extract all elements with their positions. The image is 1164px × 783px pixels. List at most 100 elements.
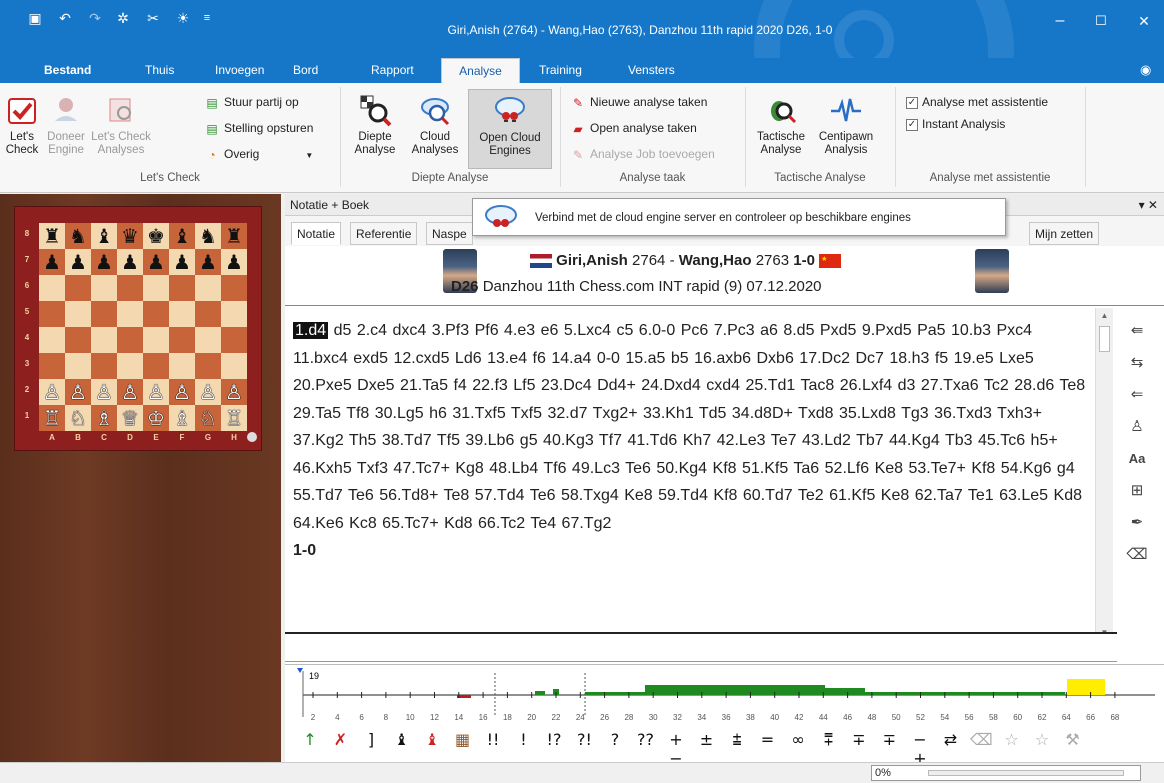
board-square[interactable] xyxy=(169,301,195,327)
tree-icon[interactable]: ⊞ xyxy=(1123,476,1151,504)
annotation-symbol-button[interactable]: ↑ xyxy=(299,730,321,749)
chess-piece[interactable]: ♔ xyxy=(147,406,165,430)
board-square[interactable] xyxy=(39,275,65,301)
chess-piece[interactable]: ♙ xyxy=(69,380,87,404)
tab-bord[interactable]: Bord xyxy=(289,58,322,83)
board-square[interactable] xyxy=(195,275,221,301)
maximize-button[interactable]: ☐ xyxy=(1081,8,1121,34)
chess-piece[interactable]: ♟ xyxy=(225,250,243,274)
chess-piece[interactable]: ♙ xyxy=(43,380,61,404)
board-square[interactable]: ♙ xyxy=(143,379,169,405)
annotation-symbol-button[interactable]: ⚒ xyxy=(1062,730,1084,749)
tab-bestand[interactable]: Bestand xyxy=(40,58,95,83)
annotation-symbol-button[interactable]: ∓ xyxy=(848,730,870,749)
chess-piece[interactable]: ♖ xyxy=(225,406,243,430)
board-square[interactable]: ♟ xyxy=(221,249,247,275)
chess-piece[interactable]: ♙ xyxy=(95,380,113,404)
board-square[interactable] xyxy=(91,353,117,379)
board-square[interactable] xyxy=(117,301,143,327)
board-square[interactable] xyxy=(221,301,247,327)
annotation-symbol-button[interactable]: !! xyxy=(482,730,504,749)
chess-piece[interactable]: ♟ xyxy=(69,250,87,274)
board-square[interactable] xyxy=(143,353,169,379)
chess-piece[interactable]: ♛ xyxy=(121,224,139,248)
annotation-symbol-button[interactable]: ! xyxy=(513,730,535,749)
chess-piece[interactable]: ♙ xyxy=(225,380,243,404)
annotation-symbol-button[interactable]: ⌫ xyxy=(970,730,993,749)
board-square[interactable]: ♖ xyxy=(39,405,65,431)
tab-rapport[interactable]: Rapport xyxy=(367,58,418,83)
cut-icon[interactable]: ✂ xyxy=(142,7,164,29)
tab-mijn-zetten[interactable]: Mijn zetten xyxy=(1029,222,1100,245)
annotation-symbol-button[interactable]: ∓ xyxy=(879,730,901,749)
font-size-icon[interactable]: Aa xyxy=(1123,444,1151,472)
chess-piece[interactable]: ♟ xyxy=(121,250,139,274)
chess-piece[interactable]: ♙ xyxy=(147,380,165,404)
board-square[interactable]: ♙ xyxy=(117,379,143,405)
board-square[interactable] xyxy=(195,301,221,327)
chess-piece[interactable]: ♞ xyxy=(69,224,87,248)
tab-vensters[interactable]: Vensters xyxy=(624,58,679,83)
chess-piece[interactable]: ♝ xyxy=(173,224,191,248)
board-square[interactable] xyxy=(117,327,143,353)
open-cloud-engines-button[interactable]: Open Cloud Engines xyxy=(468,89,552,169)
board-square[interactable] xyxy=(65,353,91,379)
board-square[interactable] xyxy=(65,301,91,327)
redo-icon[interactable]: ↷ xyxy=(84,7,106,29)
board-square[interactable]: ♙ xyxy=(65,379,91,405)
chess-piece[interactable]: ♟ xyxy=(173,250,191,274)
board-square[interactable]: ♝ xyxy=(169,223,195,249)
board-square[interactable]: ♟ xyxy=(169,249,195,275)
eraser-icon[interactable]: ⌫ xyxy=(1123,540,1151,568)
board-square[interactable] xyxy=(169,353,195,379)
scroll-up-icon[interactable]: ▲ xyxy=(1096,308,1113,324)
board-square[interactable]: ♙ xyxy=(221,379,247,405)
board-square[interactable]: ♙ xyxy=(169,379,195,405)
chess-piece[interactable]: ♟ xyxy=(147,250,165,274)
annotation-symbol-button[interactable]: ♝ xyxy=(421,730,443,749)
notation-text[interactable]: 1.d4 d5 2.c4 dxc4 3.Pf3 Pf6 4.e3 e6 5.Lx… xyxy=(286,309,1096,639)
board-square[interactable] xyxy=(221,275,247,301)
board-square[interactable]: ♟ xyxy=(91,249,117,275)
notation-input-line[interactable] xyxy=(285,632,1117,662)
tab-training[interactable]: Training xyxy=(535,58,586,83)
instant-analysis-checkbox[interactable]: ✓ Instant Analysis xyxy=(906,115,1005,133)
board-square[interactable] xyxy=(65,327,91,353)
chess-piece[interactable]: ♞ xyxy=(199,224,217,248)
board-square[interactable] xyxy=(39,301,65,327)
chess-piece[interactable]: ♜ xyxy=(225,224,243,248)
annotation-symbol-button[interactable]: ⩲ xyxy=(726,730,748,750)
board-square[interactable] xyxy=(117,353,143,379)
chess-piece[interactable]: ♙ xyxy=(173,380,191,404)
board-square[interactable]: ♝ xyxy=(91,223,117,249)
board-square[interactable]: ♟ xyxy=(39,249,65,275)
board-square[interactable] xyxy=(91,327,117,353)
pawn-icon[interactable]: ♙ xyxy=(1123,412,1151,440)
board-square[interactable] xyxy=(143,327,169,353)
help-icon[interactable]: ◉ xyxy=(1136,58,1155,83)
tab-invoegen[interactable]: Invoegen xyxy=(211,58,268,83)
tab-referentie[interactable]: Referentie xyxy=(350,222,418,245)
current-move[interactable]: 1.d4 xyxy=(293,322,329,339)
analyse-met-assistentie-checkbox[interactable]: ✓ Analyse met assistentie xyxy=(906,93,1048,111)
board-square[interactable] xyxy=(39,353,65,379)
board-square[interactable] xyxy=(169,275,195,301)
lets-check-analyses-button[interactable]: Let's Check Analyses xyxy=(90,93,152,157)
swap-variation-icon[interactable]: ⇆ xyxy=(1123,348,1151,376)
tab-notatie[interactable]: Notatie xyxy=(291,222,342,245)
scroll-thumb[interactable] xyxy=(1099,326,1110,352)
nieuwe-analyse-taken-button[interactable]: ✎ Nieuwe analyse taken xyxy=(570,93,707,111)
evaluation-graph[interactable]: 19 2 4 6 8 10 12 14 16 18 20 22 24 26 28 30 32 34 36 38 40 42… xyxy=(285,664,1164,724)
chess-piece[interactable]: ♘ xyxy=(199,406,217,430)
chess-piece[interactable]: ♟ xyxy=(43,250,61,274)
analyse-job-toevoegen-button[interactable]: ✎ Analyse Job toevoegen xyxy=(570,145,715,163)
chess-piece[interactable]: ♙ xyxy=(121,380,139,404)
board-square[interactable]: ♜ xyxy=(221,223,247,249)
annotation-symbol-button[interactable]: ] xyxy=(360,730,382,749)
board-square[interactable] xyxy=(143,301,169,327)
board-square[interactable] xyxy=(143,275,169,301)
tab-naspel[interactable]: Naspe xyxy=(426,222,473,245)
stuur-partij-op-button[interactable]: ▤ Stuur partij op xyxy=(204,93,298,111)
board-square[interactable] xyxy=(39,327,65,353)
bulb-icon[interactable]: ☀ xyxy=(172,7,194,29)
